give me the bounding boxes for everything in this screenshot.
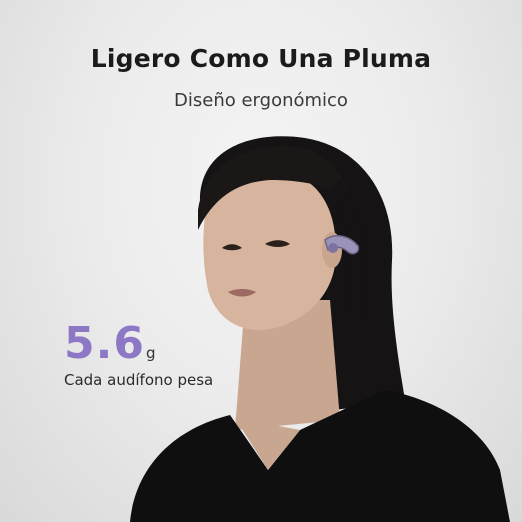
- subheadline: Diseño ergonómico: [174, 90, 348, 111]
- weight-value: 5.6: [64, 318, 145, 369]
- product-banner: Ligero Como Una Pluma Diseño ergonómico …: [0, 0, 522, 522]
- model-illustration: [130, 136, 510, 522]
- weight-unit: g: [146, 344, 156, 362]
- headline: Ligero Como Una Pluma: [90, 44, 432, 73]
- weight-caption: Cada audífono pesa: [64, 371, 214, 389]
